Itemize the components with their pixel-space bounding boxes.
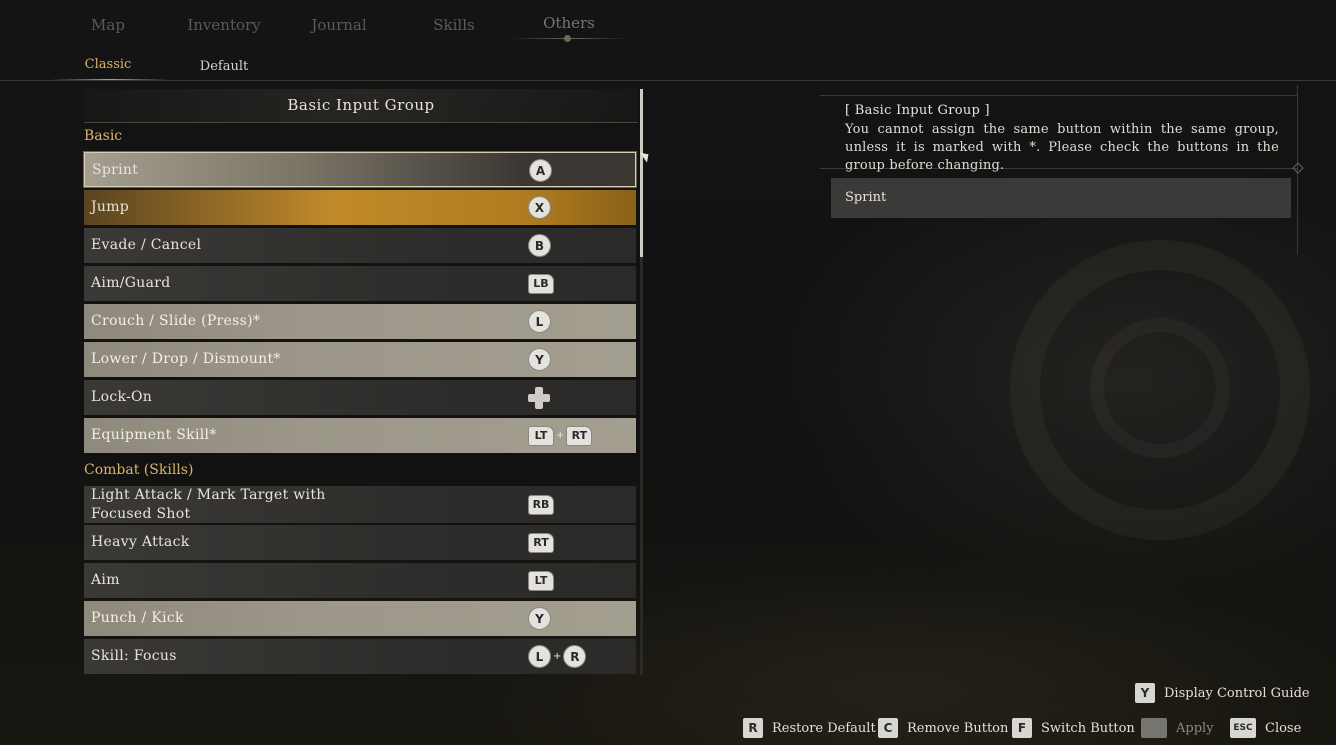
row-label: Equipment Skill* (91, 427, 217, 443)
rt-button-icon: RT (566, 425, 593, 446)
rt-button-icon: RT (528, 532, 554, 553)
tab-map[interactable]: Map (48, 16, 168, 34)
sub-tabs: Classic Default (0, 52, 720, 82)
a-button-icon: A (529, 159, 552, 182)
rb-button-icon: RB (528, 494, 554, 515)
row-lower-drop[interactable]: Lower / Drop / Dismount* Y (84, 342, 636, 377)
hint-label: Display Control Guide (1164, 685, 1310, 701)
switch-button-button[interactable]: F Switch Button (1012, 718, 1135, 738)
lt-button-icon: LT (528, 425, 554, 446)
row-evade-cancel[interactable]: Evade / Cancel B (84, 228, 636, 263)
lt-button-icon: LT (528, 570, 554, 591)
dragon-emblem-inner (1090, 318, 1230, 458)
row-light-attack[interactable]: Light Attack / Mark Target with Focused … (84, 486, 636, 523)
x-button-icon: X (528, 196, 551, 219)
row-aim-guard[interactable]: Aim/Guard LB (84, 266, 636, 301)
header-divider (0, 80, 1336, 81)
restore-default-button[interactable]: R Restore Default (743, 718, 876, 738)
c-key-icon: C (878, 718, 898, 738)
dpad-icon (528, 386, 550, 409)
selected-action-label: Sprint (845, 190, 887, 205)
y-button-icon: Y (528, 607, 551, 630)
hint-label: Apply (1176, 720, 1214, 736)
active-tab-dot (564, 35, 571, 42)
subtab-default[interactable]: Default (169, 59, 279, 74)
row-label: Lower / Drop / Dismount* (91, 351, 281, 367)
row-punch-kick[interactable]: Punch / Kick Y (84, 601, 636, 636)
section-basic: Basic (84, 128, 123, 144)
section-combat-skills: Combat (Skills) (84, 462, 194, 478)
row-label: Lock-On (91, 389, 153, 405)
row-crouch-slide[interactable]: Crouch / Slide (Press)* L (84, 304, 636, 339)
row-label: Skill: Focus (91, 648, 177, 664)
row-label: Crouch / Slide (Press)* (91, 313, 261, 329)
row-label-line1: Light Attack / Mark Target with (91, 487, 326, 503)
lb-button-icon: LB (528, 273, 554, 294)
selected-action-box: Sprint (831, 178, 1291, 218)
hint-label: Remove Button (907, 720, 1009, 736)
row-label: Jump (91, 199, 130, 215)
spacebar-key-icon (1141, 718, 1167, 738)
left-stick-icon: L (528, 645, 551, 668)
y-button-icon: Y (528, 348, 551, 371)
row-equipment-skill[interactable]: Equipment Skill* LT + RT (84, 418, 636, 453)
plus-glyph: + (553, 651, 562, 662)
tab-journal[interactable]: Journal (279, 16, 399, 34)
display-control-guide-button[interactable]: Y Display Control Guide (1135, 683, 1310, 703)
right-stick-icon: R (563, 645, 587, 668)
hint-label: Restore Default (772, 720, 876, 736)
row-label: Heavy Attack (91, 534, 190, 550)
row-label: Aim (91, 572, 120, 588)
row-label: Evade / Cancel (91, 237, 202, 253)
y-key-icon: Y (1135, 683, 1155, 703)
tab-inventory[interactable]: Inventory (164, 16, 284, 34)
row-label: Aim/Guard (91, 275, 171, 291)
subtab-classic[interactable]: Classic (53, 57, 163, 72)
remove-button-button[interactable]: C Remove Button (878, 718, 1008, 738)
row-jump[interactable]: Jump X (84, 190, 636, 225)
tab-skills[interactable]: Skills (394, 16, 514, 34)
r-key-icon: R (743, 718, 763, 738)
row-sprint[interactable]: Sprint A (84, 152, 636, 187)
info-title: [ Basic Input Group ] (845, 103, 990, 118)
f-key-icon: F (1012, 718, 1032, 738)
row-lock-on[interactable]: Lock-On (84, 380, 636, 415)
b-button-icon: B (528, 234, 551, 257)
row-heavy-attack[interactable]: Heavy Attack RT (84, 525, 636, 560)
tab-others[interactable]: Others (509, 14, 629, 32)
scrollbar-thumb[interactable] (640, 89, 643, 257)
hint-label: Close (1265, 720, 1302, 736)
esc-key-icon: ESC (1230, 718, 1256, 738)
hint-label: Switch Button (1041, 720, 1135, 736)
info-description: You cannot assign the same button within… (845, 122, 1279, 173)
plus-glyph: + (556, 430, 565, 441)
row-aim[interactable]: Aim LT (84, 563, 636, 598)
row-label: Punch / Kick (91, 610, 184, 626)
panel-header: Basic Input Group (84, 89, 638, 123)
row-skill-focus[interactable]: Skill: Focus L + R (84, 639, 636, 674)
row-label-line2: Focused Shot (91, 506, 191, 522)
row-label: Sprint (92, 162, 139, 178)
apply-button[interactable]: Apply (1141, 718, 1214, 738)
close-button[interactable]: ESC Close (1230, 718, 1301, 738)
left-stick-icon: L (528, 310, 551, 333)
top-navigation: Map Inventory Journal Skills Others (0, 0, 700, 50)
